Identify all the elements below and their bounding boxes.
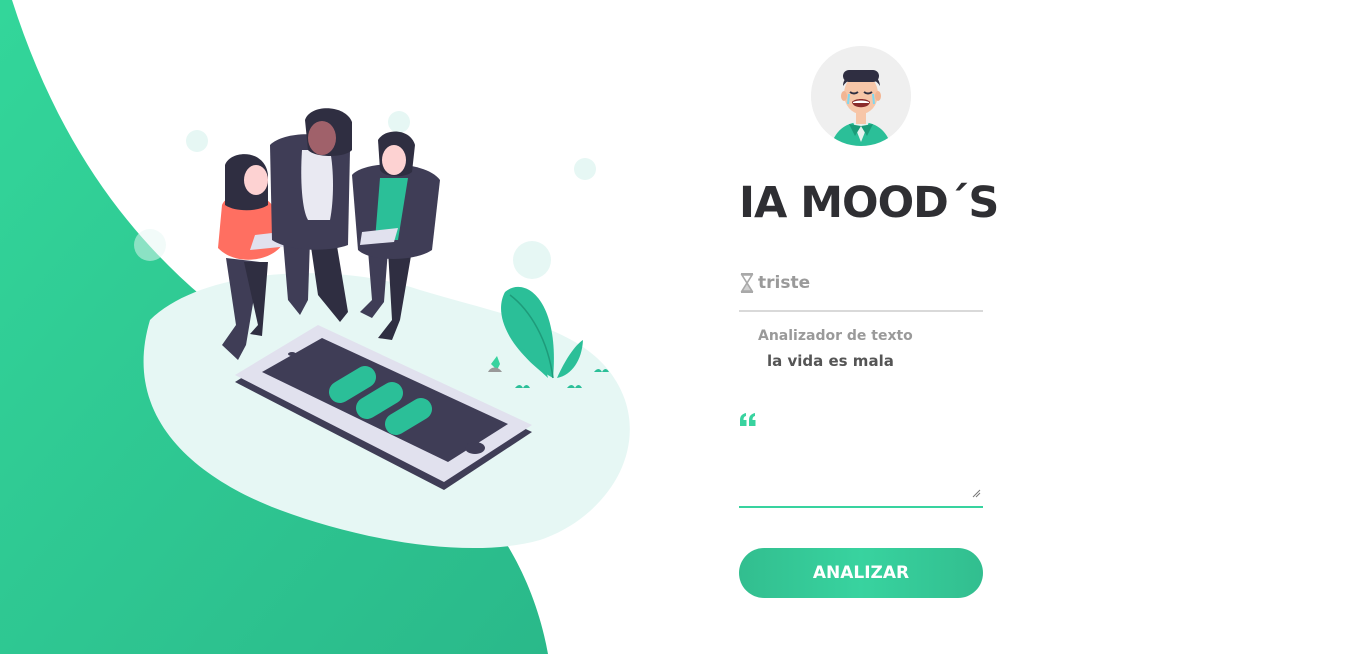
login-page: IA MOOD´S triste Analizador de texto la …	[0, 0, 1366, 654]
mood-value: triste	[758, 273, 811, 293]
analyze-button[interactable]: ANALIZAR	[739, 548, 983, 598]
text-input-area[interactable]	[739, 436, 983, 508]
hourglass-icon	[740, 273, 754, 293]
mood-result-field: triste	[739, 268, 983, 312]
analyzer-text: la vida es mala	[767, 352, 894, 370]
avatar	[811, 46, 911, 146]
analyzer-label: Analizador de texto	[758, 328, 913, 344]
team-phone-illustration	[134, 108, 630, 549]
crying-face-avatar-icon	[811, 46, 911, 146]
quote-icon	[740, 413, 756, 426]
app-title: IA MOOD´S	[739, 178, 999, 228]
resize-grip-icon[interactable]	[972, 489, 981, 498]
